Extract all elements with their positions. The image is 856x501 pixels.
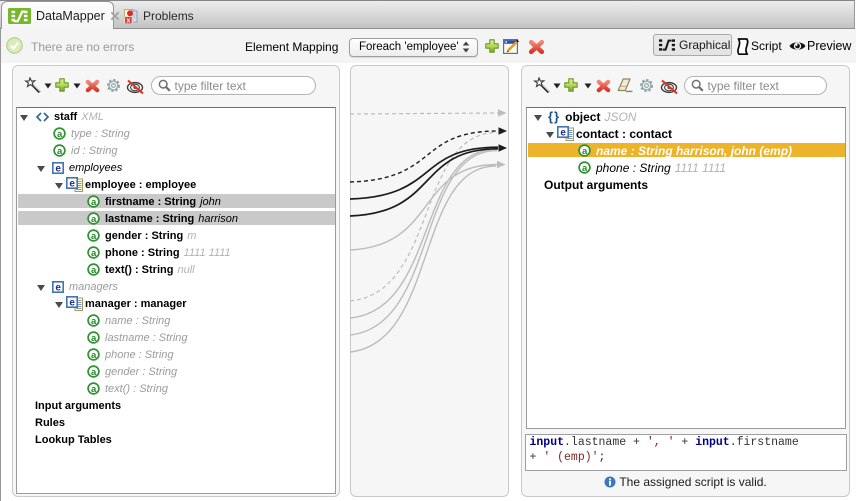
svg-text:a: a bbox=[57, 146, 63, 157]
svg-text:e: e bbox=[69, 179, 75, 190]
svg-text:a: a bbox=[91, 316, 97, 327]
svg-text:x: x bbox=[126, 17, 130, 24]
svg-text:a: a bbox=[582, 146, 588, 157]
svg-text:a: a bbox=[91, 367, 97, 378]
svg-text:e: e bbox=[69, 298, 75, 309]
svg-text:a: a bbox=[57, 129, 63, 140]
svg-text:a: a bbox=[91, 350, 97, 361]
svg-text:a: a bbox=[91, 265, 97, 276]
svg-text:a: a bbox=[91, 214, 97, 225]
svg-text:a: a bbox=[91, 197, 97, 208]
svg-text:e: e bbox=[55, 282, 61, 292]
svg-text:a: a bbox=[91, 248, 97, 259]
svg-text:a: a bbox=[91, 333, 97, 344]
svg-text:e: e bbox=[55, 163, 61, 173]
svg-text:a: a bbox=[91, 384, 97, 395]
svg-text:e: e bbox=[560, 128, 566, 139]
svg-text:a: a bbox=[91, 231, 97, 242]
svg-text:a: a bbox=[582, 163, 588, 174]
